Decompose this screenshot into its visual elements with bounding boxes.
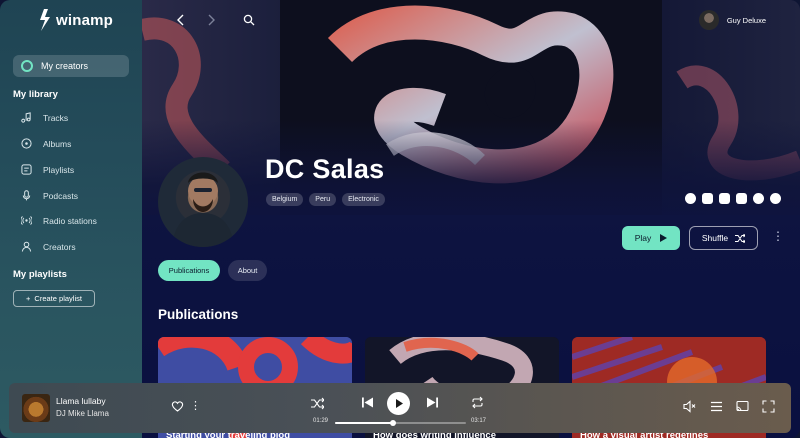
- globe-icon[interactable]: [770, 193, 781, 204]
- forward-arrow-icon[interactable]: [204, 13, 218, 27]
- queue-icon[interactable]: [710, 400, 723, 413]
- playlist-icon: [21, 164, 32, 175]
- shuffle-icon: [735, 233, 746, 243]
- app-logo[interactable]: winamp: [38, 9, 113, 31]
- song-title[interactable]: Llama lullaby: [56, 396, 106, 406]
- main-content: Guy Deluxe DC Salas Belgium Peru Electro…: [142, 0, 800, 438]
- more-options-icon[interactable]: ⋮: [190, 399, 201, 412]
- sidebar-item-label: Tracks: [43, 112, 69, 123]
- seek-bar[interactable]: [335, 420, 466, 426]
- sidebar-item-label: Creators: [43, 241, 76, 252]
- now-playing-bar: Llama lullaby DJ Mike Llama ⋮ 01:29 03:1…: [9, 383, 791, 433]
- previous-track-icon[interactable]: [361, 396, 374, 409]
- user-menu[interactable]: Guy Deluxe: [698, 10, 766, 30]
- seek-progress: [335, 422, 393, 424]
- library-section-title: My library: [13, 89, 58, 100]
- disc-icon: [21, 138, 32, 149]
- sidebar-item-playlists[interactable]: Playlists: [21, 164, 74, 175]
- play-icon: [660, 234, 668, 242]
- back-arrow-icon[interactable]: [174, 13, 188, 27]
- user-icon: [21, 241, 32, 252]
- tag-chip[interactable]: Belgium: [266, 193, 304, 206]
- total-time: 03:17: [471, 418, 487, 424]
- winamp-logo-icon: [40, 9, 50, 31]
- shuffle-button-label: Shuffle: [701, 233, 729, 243]
- create-playlist-label: Create playlist: [34, 294, 82, 303]
- current-time: 01:29: [313, 418, 329, 424]
- search-icon[interactable]: [242, 13, 256, 27]
- song-artist[interactable]: DJ Mike Llama: [56, 409, 109, 418]
- tab-publications[interactable]: Publications: [158, 260, 220, 281]
- sidebar: winamp My creators My library Tracks Alb…: [0, 0, 142, 438]
- sidebar-item-label: My creators: [41, 61, 89, 71]
- creators-ring-icon: [21, 60, 33, 72]
- sidebar-item-label: Playlists: [43, 164, 75, 175]
- seek-handle[interactable]: [389, 420, 396, 426]
- sidebar-item-podcasts[interactable]: Podcasts: [21, 190, 78, 201]
- instagram-icon[interactable]: [702, 193, 713, 204]
- play-button[interactable]: Play: [622, 226, 680, 250]
- microphone-icon: [22, 190, 31, 201]
- publications-title: Publications: [158, 307, 239, 322]
- fullscreen-icon[interactable]: [762, 400, 775, 413]
- play-pause-button[interactable]: [387, 392, 410, 415]
- next-track-icon[interactable]: [426, 396, 439, 409]
- volume-icon[interactable]: [683, 400, 696, 413]
- artist-name: DC Salas: [265, 154, 385, 184]
- radio-icon: [21, 216, 32, 225]
- album-cover[interactable]: [22, 394, 50, 422]
- play-icon: [395, 399, 403, 408]
- sidebar-item-tracks[interactable]: Tracks: [21, 112, 68, 123]
- create-playlist-button[interactable]: + Create playlist: [13, 290, 95, 307]
- sidebar-item-my-creators[interactable]: My creators: [13, 55, 129, 77]
- sidebar-item-label: Albums: [43, 138, 72, 149]
- youtube-icon[interactable]: [736, 193, 747, 204]
- play-button-label: Play: [634, 233, 652, 243]
- twitter-icon[interactable]: [719, 193, 730, 204]
- artist-tags: Belgium Peru Electronic: [266, 193, 385, 206]
- plus-icon: +: [26, 294, 31, 303]
- facebook-icon[interactable]: [685, 193, 696, 204]
- sidebar-item-radio-stations[interactable]: Radio stations: [21, 215, 97, 226]
- tag-chip[interactable]: Peru: [309, 193, 337, 206]
- social-links: [685, 193, 781, 204]
- user-name: Guy Deluxe: [726, 15, 766, 25]
- playlists-section-title: My playlists: [13, 269, 67, 280]
- music-note-icon: [21, 112, 31, 123]
- tag-chip[interactable]: Electronic: [342, 193, 385, 206]
- sidebar-item-albums[interactable]: Albums: [21, 138, 71, 149]
- heart-icon[interactable]: [171, 400, 184, 413]
- shuffle-icon[interactable]: [311, 397, 324, 410]
- artist-avatar: [158, 157, 248, 247]
- spotify-icon[interactable]: [753, 193, 764, 204]
- artist-portrait: [172, 172, 234, 247]
- sidebar-item-label: Podcasts: [43, 190, 78, 201]
- sidebar-item-label: Radio stations: [43, 215, 97, 226]
- avatar: [698, 10, 719, 30]
- sidebar-item-creators[interactable]: Creators: [21, 241, 76, 252]
- shuffle-button[interactable]: Shuffle: [689, 226, 758, 250]
- tab-about[interactable]: About: [228, 260, 267, 281]
- repeat-icon[interactable]: [471, 396, 484, 409]
- more-options-icon[interactable]: ⋮: [772, 229, 784, 243]
- app-window: winamp My creators My library Tracks Alb…: [0, 0, 800, 438]
- cast-icon[interactable]: [736, 400, 749, 413]
- app-name: winamp: [56, 11, 114, 29]
